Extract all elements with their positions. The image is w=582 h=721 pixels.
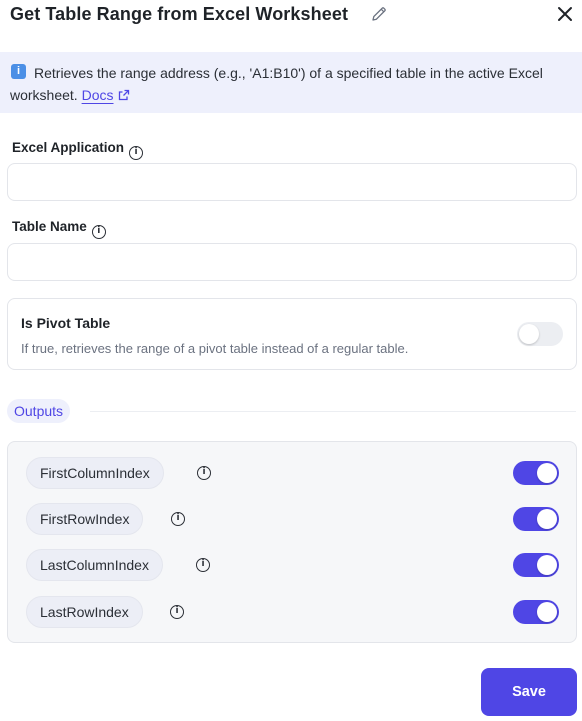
excel-application-input[interactable]: [7, 163, 577, 201]
excel-application-label-text: Excel Application: [12, 140, 125, 155]
dialog-header: Get Table Range from Excel Worksheet: [0, 0, 582, 32]
output-toggle-last-column-index[interactable]: [513, 553, 559, 577]
info-circle-icon[interactable]: i: [129, 146, 144, 160]
output-chip-last-column-index: LastColumnIndex: [26, 549, 163, 581]
output-toggle-first-column-index[interactable]: [513, 461, 559, 485]
output-toggle-first-row-index[interactable]: [513, 507, 559, 531]
info-circle-icon[interactable]: i: [170, 605, 184, 619]
toggle-knob: [519, 324, 539, 344]
info-description: Retrieves the range address (e.g., 'A1:B…: [10, 62, 570, 106]
output-chip-first-column-index: FirstColumnIndex: [26, 457, 164, 489]
toggle-knob: [537, 463, 557, 483]
close-icon[interactable]: [555, 4, 575, 24]
excel-application-label: Excel Application i: [12, 140, 144, 160]
pivot-table-toggle[interactable]: [517, 322, 563, 346]
pivot-table-description: If true, retrieves the range of a pivot …: [21, 341, 409, 356]
info-circle-icon[interactable]: i: [196, 558, 210, 572]
outputs-section-label: Outputs: [7, 399, 71, 423]
output-toggle-last-row-index[interactable]: [513, 600, 559, 624]
outputs-divider: [90, 411, 576, 412]
external-link-icon[interactable]: [118, 89, 130, 101]
toggle-knob: [537, 509, 557, 529]
info-circle-icon[interactable]: i: [91, 225, 106, 239]
dialog-title: Get Table Range from Excel Worksheet: [10, 4, 349, 24]
pivot-table-label: Is Pivot Table: [21, 315, 111, 331]
table-name-label: Table Name i: [12, 219, 106, 239]
toggle-knob: [537, 555, 557, 575]
info-circle-icon[interactable]: i: [197, 466, 211, 480]
output-chip-last-row-index: LastRowIndex: [26, 596, 143, 628]
save-button[interactable]: Save: [481, 668, 577, 716]
toggle-knob: [537, 602, 557, 622]
table-name-label-text: Table Name: [12, 219, 87, 234]
pencil-icon[interactable]: [370, 5, 388, 23]
info-circle-icon[interactable]: i: [171, 512, 185, 526]
table-name-input[interactable]: [7, 243, 577, 281]
output-chip-first-row-index: FirstRowIndex: [26, 503, 144, 535]
docs-link[interactable]: Docs: [82, 87, 114, 103]
outputs-card: FirstColumnIndex i FirstRowIndex i LastC…: [7, 441, 577, 643]
pivot-table-card: Is Pivot Table If true, retrieves the ra…: [7, 298, 577, 370]
